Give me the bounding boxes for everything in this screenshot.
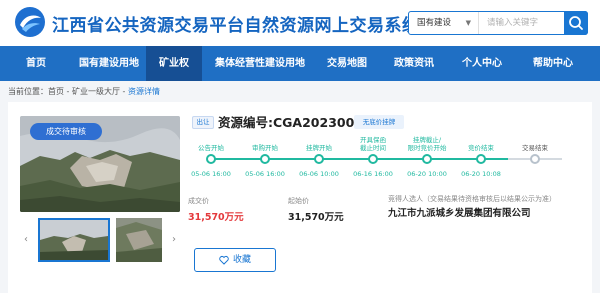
site-title: 江西省公共资源交易平台自然资源网上交易系统 (52, 16, 420, 36)
site-header: 江西省公共资源交易平台自然资源网上交易系统 国有建设 ▼ (0, 0, 600, 46)
thumbnail-strip: ‹ › (20, 218, 180, 262)
breadcrumb-current: 资源详情 (127, 87, 160, 96)
timeline-dot (422, 154, 432, 164)
breadcrumb: 当前位置：首页 - 矿业一级大厅 - 资源详情 (8, 87, 160, 96)
thumbnail-2[interactable] (116, 218, 162, 262)
nav-item-collective-land[interactable]: 集体经营性建设用地 (202, 46, 318, 81)
winner-label: 竞得人选人（交易结果待资格审核后以结果公示为准） (388, 195, 556, 203)
timeline-dot (368, 154, 378, 164)
timeline-step-label: 开具保函 截止时间 (360, 136, 386, 152)
heart-icon (219, 255, 229, 265)
main-photo: 成交待审核 (20, 116, 180, 212)
transfer-tag: 出让 (192, 116, 214, 129)
timeline-step-label: 挂牌开始 (306, 144, 332, 152)
timeline-step-label: 挂牌截止/ 限时竞价开始 (407, 136, 447, 152)
search-category-select[interactable]: 国有建设 ▼ (409, 12, 479, 34)
timeline-step-date: 05-06 16:00 (191, 170, 231, 178)
timeline-step-label: 竞价结束 (468, 144, 494, 152)
timeline-dot (206, 154, 216, 164)
timeline-step-date: 05-06 16:00 (245, 170, 285, 178)
nav-item-home[interactable]: 首页 (0, 46, 72, 81)
timeline-dot (530, 154, 540, 164)
timeline-step-label: 审购开始 (252, 144, 278, 152)
nav-item-personal-center[interactable]: 个人中心 (452, 46, 512, 81)
winner-name: 九江市九派城乡发展集团有限公司 (388, 208, 531, 219)
timeline-dot (314, 154, 324, 164)
timeline-step-date: 06-20 10:08 (461, 170, 501, 178)
nav-item-help-center[interactable]: 帮助中心 (520, 46, 586, 81)
thumbnail-1[interactable] (38, 218, 110, 262)
timeline-step-label: 公告开始 (198, 144, 224, 152)
timeline-dot (260, 154, 270, 164)
search-button[interactable] (564, 11, 588, 35)
chevron-right-icon[interactable]: › (168, 218, 180, 262)
breadcrumb-mining-hall[interactable]: 矿业一级大厅 (72, 87, 120, 96)
chevron-left-icon[interactable]: ‹ (20, 218, 32, 262)
start-price-value: 31,570万元 (288, 212, 344, 223)
favorite-label: 收藏 (232, 255, 251, 265)
timeline-step-label: 交易结束 (522, 144, 548, 152)
timeline-step-date: 06-16 16:00 (353, 170, 393, 178)
breadcrumb-home[interactable]: 首页 (48, 87, 64, 96)
timeline-dot (476, 154, 486, 164)
resource-id: 资源编号:CGA2023003 (218, 115, 363, 130)
timeline-step-date: 06-20 10:00 (407, 170, 447, 178)
resource-detail-card: 成交待审核 ‹ › 出让 资源编号:CGA2023003 无底价挂牌 公告开始 … (8, 102, 592, 293)
search-icon (569, 16, 583, 30)
deal-price-value: 31,570万元 (188, 212, 244, 223)
nav-item-state-land[interactable]: 国有建设用地 (72, 46, 146, 81)
chevron-down-icon: ▼ (465, 19, 471, 27)
start-price-label: 起始价 (288, 197, 309, 205)
timeline-step-date: 06-06 10:00 (299, 170, 339, 178)
search-category-label: 国有建设 (417, 18, 452, 28)
no-reserve-tag: 无底价挂牌 (354, 115, 404, 129)
nav-item-mining-rights[interactable]: 矿业权 (146, 46, 202, 81)
breadcrumb-prefix: 当前位置： (8, 87, 48, 96)
progress-timeline: 公告开始 05-06 16:00 审购开始 05-06 16:00 挂牌开始 0… (184, 134, 588, 192)
search-input[interactable] (481, 12, 565, 34)
nav-item-policy-news[interactable]: 政策资讯 (384, 46, 444, 81)
search-box: 国有建设 ▼ (408, 11, 588, 35)
status-badge: 成交待审核 (30, 123, 102, 140)
nav-item-trade-map[interactable]: 交易地图 (318, 46, 376, 81)
main-nav: 首页 国有建设用地 矿业权 集体经营性建设用地 交易地图 政策资讯 个人中心 帮… (0, 46, 600, 81)
favorite-button[interactable]: 收藏 (194, 248, 276, 272)
logo-icon[interactable] (14, 6, 46, 38)
deal-price-label: 成交价 (188, 197, 209, 205)
